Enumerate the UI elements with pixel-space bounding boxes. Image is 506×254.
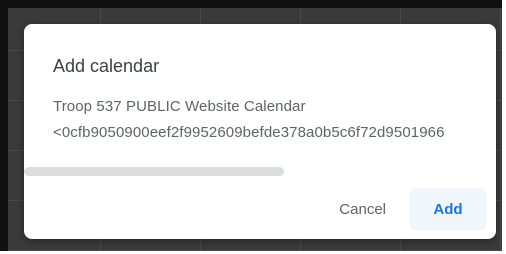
top-edge [0, 0, 506, 8]
calendar-id: <0cfb9050900eef2f9952609befde378a0b5c6f7… [53, 124, 445, 141]
cancel-button[interactable]: Cancel [319, 188, 406, 230]
scrollbar-thumb[interactable] [24, 167, 284, 176]
add-calendar-dialog: Add calendar Troop 537 PUBLIC Website Ca… [24, 24, 496, 239]
add-button[interactable]: Add [410, 188, 486, 230]
dialog-title: Add calendar [53, 56, 160, 76]
left-edge [0, 0, 8, 254]
dialog-actions: Cancel Add [319, 188, 486, 230]
calendar-name: Troop 537 PUBLIC Website Calendar [53, 98, 306, 115]
horizontal-scrollbar[interactable] [24, 167, 496, 177]
